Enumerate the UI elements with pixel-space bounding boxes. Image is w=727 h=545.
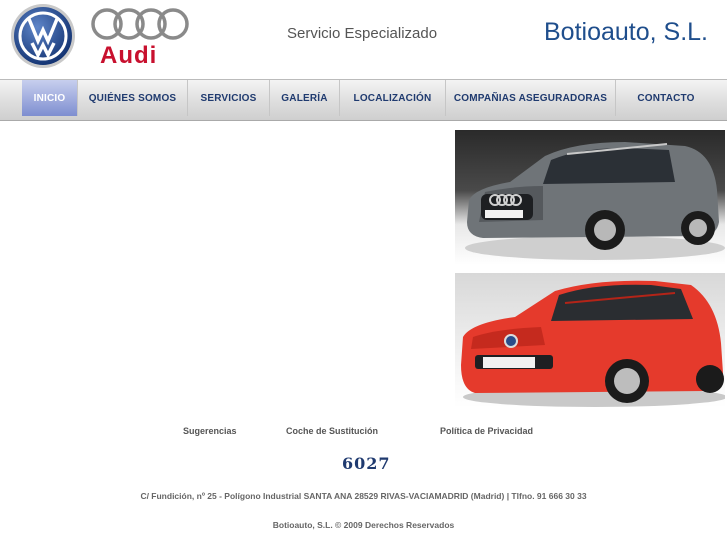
nav-item-servicios[interactable]: SERVICIOS [188,80,270,116]
link-coche-sustitucion[interactable]: Coche de Sustitución [286,426,378,436]
nav-item-quienes-somos[interactable]: QUIÉNES SOMOS [78,80,188,116]
nav-item-contacto[interactable]: CONTACTO [616,80,716,116]
main-nav: INICIO QUIÉNES SOMOS SERVICIOS GALERÍA L… [0,79,727,121]
nav-item-inicio[interactable]: INICIO [22,80,78,116]
tagline: Servicio Especializado [287,25,438,42]
vw-logo [10,3,76,69]
nav-item-localizacion[interactable]: LOCALIZACIÓN [340,80,446,116]
visit-counter: 6027 [342,454,391,473]
nav-item-companias[interactable]: COMPAÑIAS ASEGURADORAS [446,80,616,116]
audi-rings-logo [90,6,190,42]
vw-car-photo [455,273,725,408]
nav-item-galeria[interactable]: GALERÍA [270,80,340,116]
address-line: C/ Fundición, nº 25 - Polígono Industria… [140,491,587,501]
audi-car-photo [455,130,725,265]
brand-title: Botioauto, S.L. [544,18,709,46]
audi-wordmark: Audi [100,42,158,69]
link-politica-privacidad[interactable]: Política de Privacidad [440,426,533,436]
copyright: Botioauto, S.L. © 2009 Derechos Reservad… [272,520,455,530]
link-sugerencias[interactable]: Sugerencias [183,426,237,436]
